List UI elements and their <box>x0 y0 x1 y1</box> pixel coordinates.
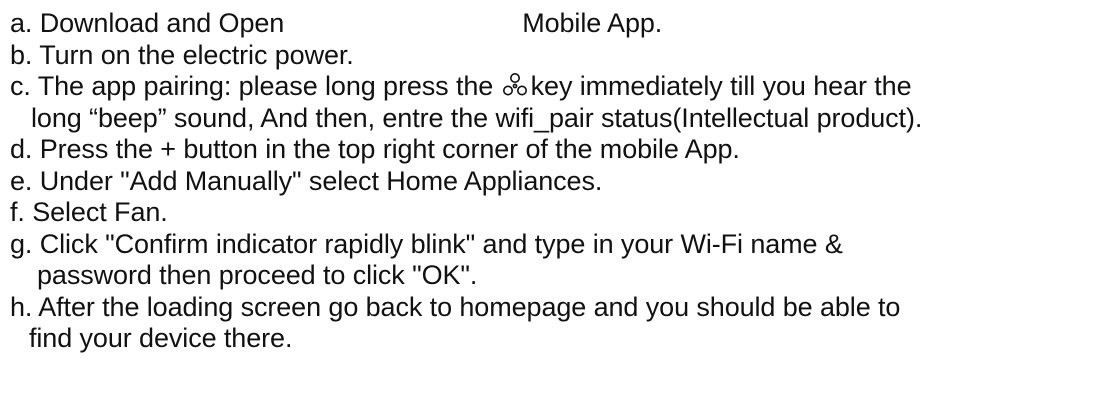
step-g-continued: password then proceed to click "OK". <box>10 260 1110 292</box>
step-g: g. Click "Confirm indicator rapidly blin… <box>10 229 1110 261</box>
step-a-text-start: a. Download and Open <box>10 8 285 38</box>
step-c-continued: long “beep” sound, And then, entre the w… <box>10 103 1110 135</box>
step-h-line1: h. After the loading screen go back to h… <box>10 291 901 322</box>
step-g-line1: g. Click "Confirm indicator rapidly blin… <box>10 228 843 259</box>
step-g-line2: password then proceed to click "OK". <box>37 260 478 290</box>
step-h-line2: find your device there. <box>29 323 293 353</box>
step-a-text-end: Mobile App. <box>522 8 663 38</box>
instructions-document: a. Download and Open Mobile App. b. Turn … <box>10 8 1110 355</box>
step-b: b. Turn on the electric power. <box>10 40 1110 72</box>
step-f-text: f. Select Fan. <box>10 197 168 227</box>
step-d: d. Press the + button in the top right c… <box>10 134 1110 166</box>
step-f: f. Select Fan. <box>10 197 1110 229</box>
step-b-text: b. Turn on the electric power. <box>10 39 354 70</box>
step-c-text-start: c. The app pairing: please long press th… <box>10 71 494 101</box>
step-h-continued: find your device there. <box>10 323 1110 355</box>
step-e-text: e. Under "Add Manually" select Home Appl… <box>10 165 603 196</box>
step-c-line2: long “beep” sound, And then, entre the w… <box>31 102 923 133</box>
step-c-text-end: key immediately till you hear the <box>530 71 912 101</box>
step-h: h. After the loading screen go back to h… <box>10 292 1110 324</box>
step-d-text: d. Press the + button in the top right c… <box>10 134 740 164</box>
step-c: c. The app pairing: please long press th… <box>10 71 1110 103</box>
step-a: a. Download and Open Mobile App. <box>10 8 1110 40</box>
fan-icon <box>501 72 529 98</box>
step-e: e. Under "Add Manually" select Home Appl… <box>10 166 1110 198</box>
